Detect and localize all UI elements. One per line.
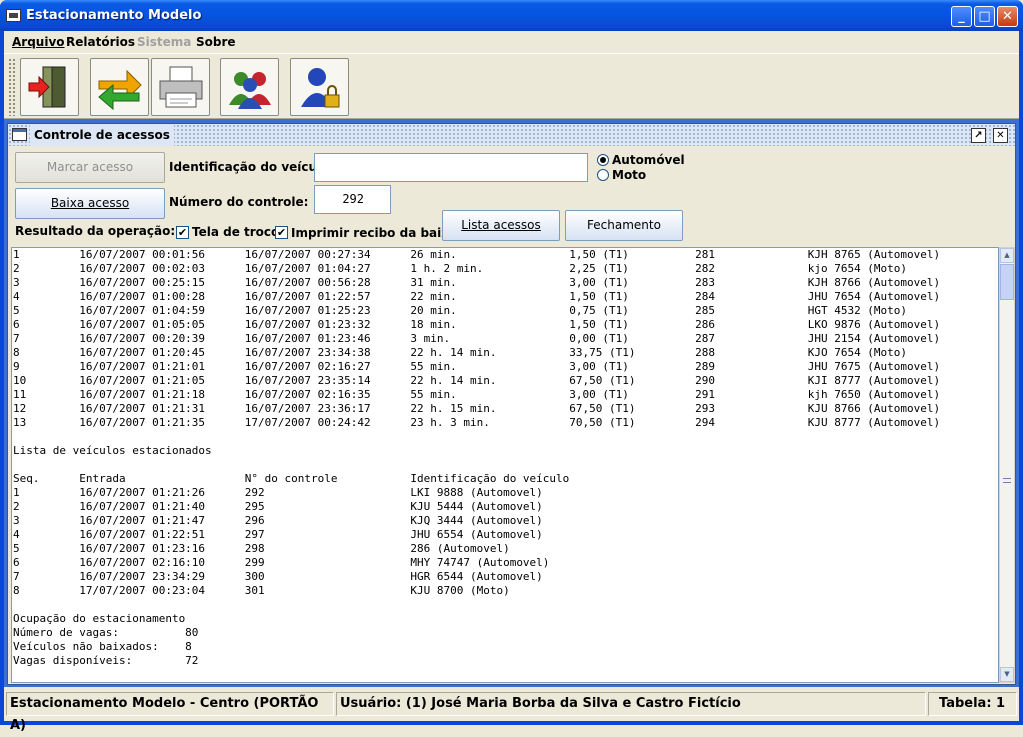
output-line: 1 16/07/2007 00:01:56 16/07/2007 00:27:3… — [13, 248, 941, 261]
status-bar: Estacionamento Modelo - Centro (PORTÃO A… — [4, 689, 1019, 733]
output-line: 8 17/07/2007 00:23:04 301 KJU 8700 (Moto… — [13, 584, 510, 597]
scroll-down-icon[interactable]: ▼ — [1000, 667, 1014, 682]
print-button[interactable] — [151, 58, 210, 116]
title-bar[interactable]: Estacionamento Modelo _ □ ✕ — [0, 0, 1023, 31]
radio-moto-label[interactable]: Moto — [612, 168, 646, 182]
output-line: 2 16/07/2007 01:21:40 295 KJU 5444 (Auto… — [13, 500, 543, 513]
users-button[interactable] — [220, 58, 279, 116]
output-line: 1 16/07/2007 01:21:26 292 LKI 9888 (Auto… — [13, 486, 543, 499]
client-area: Arquivo Relatórios Sistema Sobre Control… — [4, 31, 1019, 733]
output-line: 9 16/07/2007 01:21:01 16/07/2007 02:16:2… — [13, 360, 941, 373]
fechamento-button[interactable]: Fechamento — [565, 210, 683, 241]
numero-controle-input[interactable]: 292 — [314, 185, 391, 214]
refresh-icon — [98, 69, 142, 111]
toolbar — [4, 53, 1019, 119]
output-line: Seq. Entrada N° do controle Identificaçã… — [13, 472, 570, 485]
menu-sistema[interactable]: Sistema — [137, 35, 191, 49]
frame-icon — [12, 128, 27, 141]
tela-troco-checkbox[interactable]: ✔ — [176, 226, 189, 239]
output-line: 12 16/07/2007 01:21:31 16/07/2007 23:36:… — [13, 402, 941, 415]
float-icon[interactable]: ↗ — [971, 128, 986, 143]
output-line: 13 16/07/2007 01:21:35 17/07/2007 00:24:… — [13, 416, 941, 429]
scroll-grip — [1003, 478, 1011, 483]
status-table: Tabela: 1 — [928, 692, 1017, 716]
output-line: 3 16/07/2007 01:21:47 296 KJQ 3444 (Auto… — [13, 514, 543, 527]
minimize-button[interactable]: _ — [951, 6, 972, 27]
output-line: Número de vagas: 80 — [13, 626, 199, 639]
close-button[interactable]: ✕ — [997, 6, 1018, 27]
scroll-up-icon[interactable]: ▲ — [1000, 248, 1014, 263]
radio-automovel[interactable] — [597, 154, 609, 166]
toolbar-grip[interactable] — [8, 58, 16, 116]
output-line: 4 16/07/2007 01:22:51 297 JHU 6554 (Auto… — [13, 528, 543, 541]
radio-moto[interactable] — [597, 169, 609, 181]
app-window: Estacionamento Modelo _ □ ✕ Arquivo Rela… — [0, 0, 1023, 733]
frame-close-icon[interactable]: ✕ — [993, 128, 1008, 143]
output-line: Veículos não baixados: 8 — [13, 640, 192, 653]
output-line: 8 16/07/2007 01:20:45 16/07/2007 23:34:3… — [13, 346, 908, 359]
refresh-button[interactable] — [90, 58, 149, 116]
output-line: Lista de veículos estacionados — [13, 444, 212, 457]
window-title: Estacionamento Modelo — [26, 8, 202, 23]
lista-acessos-button[interactable]: Lista acessos — [442, 210, 560, 241]
identificacao-label: Identificação do veículo: — [169, 160, 335, 174]
numero-controle-label: Número do controle: — [169, 195, 309, 209]
output-line: Vagas disponíveis: 72 — [13, 654, 199, 667]
printer-icon — [159, 66, 203, 108]
status-location: Estacionamento Modelo - Centro (PORTÃO A… — [6, 692, 334, 733]
user-lock-icon — [301, 68, 340, 108]
app-icon — [6, 9, 21, 22]
menu-sobre[interactable]: Sobre — [196, 35, 236, 49]
user-lock-button[interactable] — [290, 58, 349, 116]
radio-automovel-label[interactable]: Automóvel — [612, 153, 685, 167]
output-line: 5 16/07/2007 01:04:59 16/07/2007 01:25:2… — [13, 304, 908, 317]
imprimir-recibo-label[interactable]: Imprimir recibo da baixa — [291, 226, 457, 240]
status-user: Usuário: (1) José Maria Borba da Silva e… — [336, 692, 926, 716]
exit-icon — [28, 66, 66, 108]
output-line: 6 16/07/2007 01:05:05 16/07/2007 01:23:3… — [13, 318, 941, 331]
users-icon — [229, 72, 271, 109]
baixa-acesso-button[interactable]: Baixa acesso — [15, 188, 165, 219]
marcar-acesso-button[interactable]: Marcar acesso — [15, 152, 165, 183]
output-text: 1 16/07/2007 00:01:56 16/07/2007 00:27:3… — [12, 248, 998, 668]
resultado-label: Resultado da operação: — [15, 224, 176, 238]
output-line: Ocupação do estacionamento — [13, 612, 186, 625]
output-text-area[interactable]: 1 16/07/2007 00:01:56 16/07/2007 00:27:3… — [11, 247, 999, 683]
menu-relatorios[interactable]: Relatórios — [66, 35, 135, 49]
output-line: 7 16/07/2007 00:20:39 16/07/2007 01:23:4… — [13, 332, 941, 345]
identificacao-input[interactable] — [314, 153, 588, 182]
exit-button[interactable] — [20, 58, 79, 116]
desktop-pane: Controle de acessos ↗ ✕ Marcar acesso Ba… — [4, 119, 1019, 687]
menu-arquivo[interactable]: Arquivo — [12, 35, 65, 49]
frame-title-bar[interactable]: Controle de acessos ↗ ✕ — [8, 124, 1015, 146]
menu-bar: Arquivo Relatórios Sistema Sobre — [4, 31, 1019, 53]
frame-title: Controle de acessos — [30, 124, 174, 146]
maximize-button[interactable]: □ — [974, 6, 995, 27]
vertical-scrollbar[interactable]: ▲ ▼ — [999, 247, 1015, 683]
output-line: 5 16/07/2007 01:23:16 298 286 (Automovel… — [13, 542, 510, 555]
tela-troco-label[interactable]: Tela de troco — [192, 225, 279, 239]
output-line: 7 16/07/2007 23:34:29 300 HGR 6544 (Auto… — [13, 570, 543, 583]
scroll-thumb[interactable] — [1000, 264, 1014, 300]
output-line: 11 16/07/2007 01:21:18 16/07/2007 02:16:… — [13, 388, 941, 401]
controle-acessos-frame: Controle de acessos ↗ ✕ Marcar acesso Ba… — [7, 123, 1016, 685]
output-line: 10 16/07/2007 01:21:05 16/07/2007 23:35:… — [13, 374, 941, 387]
imprimir-recibo-checkbox[interactable]: ✔ — [275, 226, 288, 239]
output-line: 2 16/07/2007 00:02:03 16/07/2007 01:04:2… — [13, 262, 908, 275]
output-line: 6 16/07/2007 02:16:10 299 MHY 74747 (Aut… — [13, 556, 550, 569]
output-line: 3 16/07/2007 00:25:15 16/07/2007 00:56:2… — [13, 276, 941, 289]
output-line: 4 16/07/2007 01:00:28 16/07/2007 01:22:5… — [13, 290, 941, 303]
